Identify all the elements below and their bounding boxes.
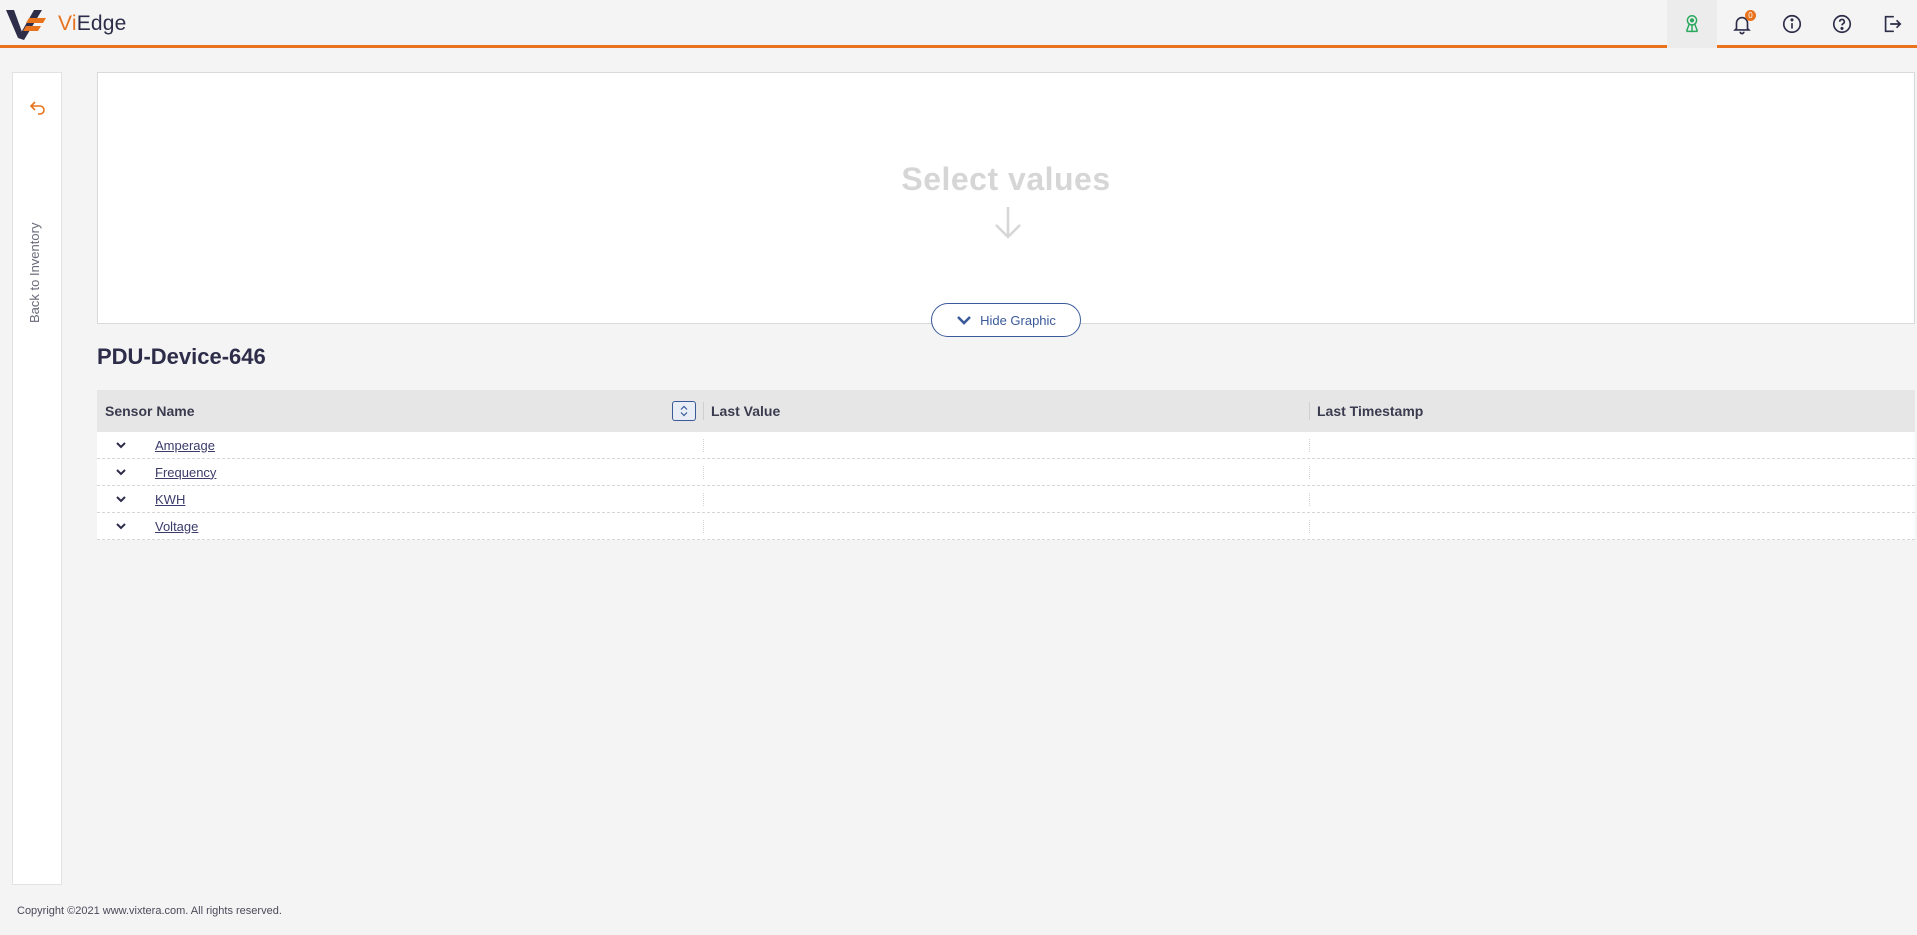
- last-value-cell: [703, 432, 1309, 459]
- table-header: Sensor Name Last Value Last Timestamp: [97, 390, 1915, 432]
- top-header: ViEdge 0: [0, 0, 1917, 48]
- back-to-inventory-link[interactable]: Back to Inventory: [27, 213, 42, 323]
- last-value-cell: [703, 513, 1309, 540]
- hide-graphic-label: Hide Graphic: [980, 312, 1056, 328]
- info-button[interactable]: [1767, 0, 1817, 48]
- last-value-cell: [703, 486, 1309, 513]
- table-row[interactable]: KWH: [97, 486, 1915, 513]
- sensor-name-cell: Frequency: [97, 459, 703, 486]
- chevron-down-icon[interactable]: [113, 491, 129, 507]
- table-row[interactable]: Amperage: [97, 432, 1915, 459]
- notifications-button[interactable]: 0: [1717, 0, 1767, 48]
- sensor-name-cell: KWH: [97, 486, 703, 513]
- sort-icon: [680, 405, 688, 417]
- table-row[interactable]: Frequency: [97, 459, 1915, 486]
- column-label: Last Value: [711, 403, 781, 419]
- device-title: PDU-Device-646: [97, 344, 266, 369]
- graphic-panel: Select values: [97, 72, 1915, 324]
- last-timestamp-cell: [1309, 513, 1915, 540]
- sensor-link[interactable]: Frequency: [155, 465, 216, 480]
- back-arrow-icon[interactable]: [28, 97, 48, 117]
- last-timestamp-cell: [1309, 486, 1915, 513]
- sensor-name-cell: Voltage: [97, 513, 703, 540]
- column-label: Sensor Name: [105, 403, 195, 419]
- chevron-down-icon[interactable]: [113, 518, 129, 534]
- brand-prefix: Vi: [58, 12, 77, 35]
- sort-button[interactable]: [672, 401, 696, 421]
- last-timestamp-cell: [1309, 459, 1915, 486]
- chevron-down-icon[interactable]: [113, 464, 129, 480]
- notification-badge: 0: [1745, 10, 1756, 21]
- network-button[interactable]: [1667, 0, 1717, 48]
- table-row[interactable]: Voltage: [97, 513, 1915, 540]
- select-values-placeholder: Select values: [901, 161, 1111, 197]
- sensor-link[interactable]: KWH: [155, 492, 185, 507]
- sensor-name-cell: Amperage: [97, 432, 703, 459]
- sensor-link[interactable]: Amperage: [155, 438, 215, 453]
- last-value-cell: [703, 459, 1309, 486]
- chevron-down-icon[interactable]: [113, 437, 129, 453]
- brand-suffix: Edge: [76, 12, 127, 35]
- last-timestamp-cell: [1309, 432, 1915, 459]
- help-icon: [1832, 14, 1852, 34]
- brand-name[interactable]: ViEdge: [58, 12, 127, 36]
- network-icon: [1685, 15, 1699, 33]
- column-label: Last Timestamp: [1317, 403, 1424, 419]
- copyright-footer: Copyright ©2021 www.vixtera.com. All rig…: [17, 905, 282, 917]
- vixtera-logo: [6, 10, 46, 40]
- logout-icon: [1884, 15, 1902, 33]
- logout-button[interactable]: [1867, 0, 1917, 48]
- info-icon: [1782, 14, 1802, 34]
- chevron-down-icon: [957, 316, 971, 325]
- sensor-link[interactable]: Voltage: [155, 519, 198, 534]
- sensor-table: Sensor Name Last Value Last Timestamp Am…: [97, 390, 1915, 540]
- help-button[interactable]: [1817, 0, 1867, 48]
- hide-graphic-button[interactable]: Hide Graphic: [931, 303, 1081, 337]
- header-icon-bar: 0: [1667, 0, 1917, 48]
- column-header-last-timestamp[interactable]: Last Timestamp: [1309, 390, 1915, 432]
- left-sidebar: Back to Inventory: [12, 72, 62, 885]
- arrow-down-icon: [995, 207, 1021, 239]
- column-header-last-value[interactable]: Last Value: [703, 390, 1309, 432]
- column-header-sensor-name[interactable]: Sensor Name: [97, 390, 703, 432]
